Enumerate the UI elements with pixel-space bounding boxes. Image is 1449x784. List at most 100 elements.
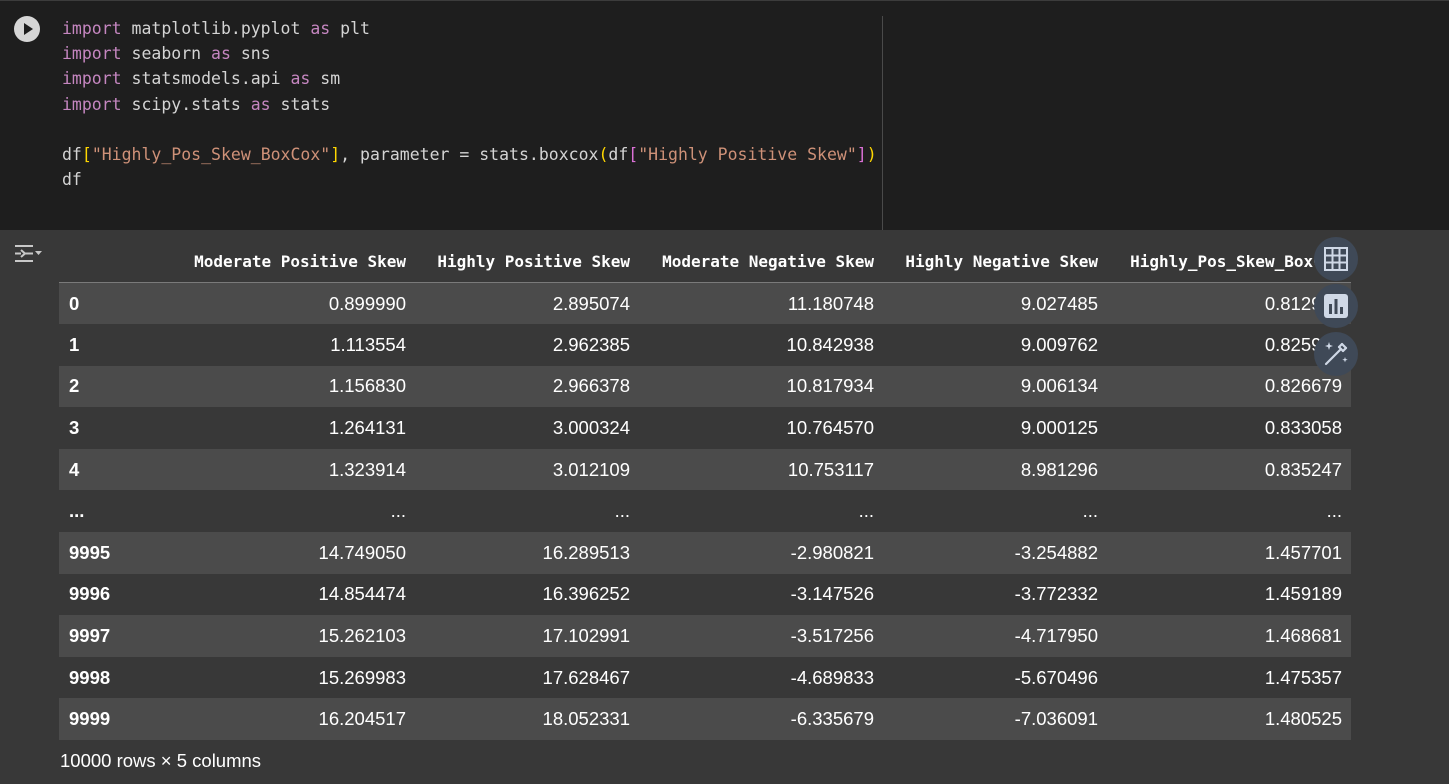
table-cell: ... bbox=[1082, 500, 1098, 522]
table-cell: 1.156830 bbox=[328, 375, 406, 397]
table-cell: 1.457701 bbox=[1264, 541, 1342, 563]
table-cell: 17.102991 bbox=[542, 625, 630, 647]
table-cell: 1.323914 bbox=[328, 458, 406, 480]
code-line-3: import statsmodels.api as sm bbox=[62, 69, 341, 89]
table-cell: ... bbox=[614, 500, 630, 522]
column-header: Highly Positive Skew bbox=[415, 240, 639, 283]
table-cell: 1.113554 bbox=[330, 333, 406, 355]
output-toggle-icon[interactable] bbox=[13, 240, 43, 266]
table-row: 4 1.323914 3.012109 10.753117 8.981296 0… bbox=[59, 448, 1351, 491]
table-cell: 1.264131 bbox=[328, 417, 406, 439]
column-header: Highly Negative Skew bbox=[883, 240, 1107, 283]
table-cell: -3.772332 bbox=[1014, 583, 1098, 605]
table-cell: 11.180748 bbox=[787, 292, 874, 314]
row-index: 0 bbox=[69, 292, 80, 314]
table-row: 3 1.264131 3.000324 10.764570 9.000125 0… bbox=[59, 407, 1351, 449]
dataframe-table: Moderate Positive Skew Highly Positive S… bbox=[59, 240, 1351, 741]
table-row: 9998 15.269983 17.628467 -4.689833 -5.67… bbox=[59, 656, 1351, 699]
table-cell: -7.036091 bbox=[1014, 708, 1098, 730]
table-cell: 10.842938 bbox=[786, 333, 874, 355]
table-cell: 14.749050 bbox=[318, 541, 406, 563]
table-cell: -2.980821 bbox=[790, 541, 874, 563]
table-cell: 9.009762 bbox=[1020, 333, 1098, 355]
code-line-4: import scipy.stats as stats bbox=[62, 94, 331, 114]
chart-icon bbox=[1324, 294, 1348, 318]
table-cell: 2.966378 bbox=[552, 375, 630, 397]
column-header: Moderate Negative Skew bbox=[639, 240, 883, 283]
table-row: 9997 15.262103 17.102991 -3.517256 -4.71… bbox=[59, 615, 1351, 657]
row-index: ... bbox=[69, 500, 85, 522]
row-index: 3 bbox=[69, 417, 80, 439]
table-cell: 3.000324 bbox=[552, 417, 630, 439]
dataframe-shape-label: 10000 rows × 5 columns bbox=[60, 750, 262, 771]
cell-output: Moderate Positive Skew Highly Positive S… bbox=[0, 230, 1449, 784]
table-cell: 1.475357 bbox=[1264, 666, 1342, 688]
table-cell: 1.480525 bbox=[1264, 708, 1342, 730]
table-row: 2 1.156830 2.966378 10.817934 9.006134 0… bbox=[59, 365, 1351, 408]
code-cell[interactable]: import matplotlib.pyplot as plt import s… bbox=[0, 0, 1449, 231]
table-cell: 1.468681 bbox=[1264, 625, 1342, 647]
table-cell: -3.147526 bbox=[790, 583, 874, 605]
column-header: Moderate Positive Skew bbox=[119, 240, 415, 283]
convert-to-interactive-table-button[interactable] bbox=[1314, 237, 1358, 281]
table-cell: 16.289513 bbox=[542, 541, 630, 563]
row-index: 2 bbox=[69, 375, 80, 397]
code-line-2: import seaborn as sns bbox=[62, 44, 271, 64]
table-cell: -4.717950 bbox=[1014, 625, 1098, 647]
index-header bbox=[59, 240, 119, 283]
table-cell: 14.854474 bbox=[318, 583, 406, 605]
table-cell: ... bbox=[1326, 500, 1342, 522]
table-row-ellipsis: ... ... ... ... ... ... bbox=[59, 490, 1351, 533]
table-cell: 0.835247 bbox=[1264, 458, 1342, 480]
table-cell: 0.826679 bbox=[1264, 375, 1342, 397]
row-index: 9999 bbox=[69, 708, 111, 730]
table-cell: 8.981296 bbox=[1020, 458, 1098, 480]
run-cell-button[interactable] bbox=[14, 16, 40, 42]
table-cell: -6.335679 bbox=[790, 708, 874, 730]
table-cell: -3.517256 bbox=[790, 625, 874, 647]
code-line-1: import matplotlib.pyplot as plt bbox=[62, 19, 370, 38]
table-cell: 0.833058 bbox=[1264, 417, 1342, 439]
suggest-charts-button[interactable] bbox=[1314, 284, 1358, 328]
row-index: 4 bbox=[69, 458, 80, 480]
table-row: 9999 16.204517 18.052331 -6.335679 -7.03… bbox=[59, 698, 1351, 741]
table-cell: 16.396252 bbox=[542, 583, 630, 605]
table-row: 0 0.899990 2.895074 11.180748 9.027485 0… bbox=[59, 282, 1351, 325]
table-cell: 10.753117 bbox=[787, 458, 874, 480]
table-cell: 10.817934 bbox=[786, 375, 874, 397]
table-cell: 2.895074 bbox=[552, 292, 630, 314]
table-cell: 18.052331 bbox=[542, 708, 630, 730]
table-header-row: Moderate Positive Skew Highly Positive S… bbox=[59, 240, 1351, 283]
table-cell: 9.027485 bbox=[1020, 292, 1098, 314]
code-line-7: df bbox=[62, 170, 82, 190]
table-cell: -3.254882 bbox=[1014, 541, 1098, 563]
code-line-6: df["Highly_Pos_Skew_BoxCox"], parameter … bbox=[62, 145, 877, 165]
table-cell: 17.628467 bbox=[542, 666, 630, 688]
table-cell: 15.269983 bbox=[318, 666, 406, 688]
row-index: 9997 bbox=[69, 625, 111, 647]
table-cell: 9.000125 bbox=[1020, 417, 1098, 439]
table-cell: -5.670496 bbox=[1014, 666, 1098, 688]
row-index: 9995 bbox=[69, 541, 111, 563]
magic-wand-icon bbox=[1324, 342, 1348, 366]
table-row: 9995 14.749050 16.289513 -2.980821 -3.25… bbox=[59, 532, 1351, 574]
row-index: 9998 bbox=[69, 666, 111, 688]
table-row: 9996 14.854474 16.396252 -3.147526 -3.77… bbox=[59, 573, 1351, 616]
code-editor[interactable]: import matplotlib.pyplot as plt import s… bbox=[62, 16, 877, 192]
table-cell: 1.459189 bbox=[1264, 583, 1342, 605]
table-cell: ... bbox=[390, 500, 406, 522]
table-cell: ... bbox=[858, 500, 874, 522]
code-ruler bbox=[882, 16, 883, 231]
table-row: 1 1.113554 2.962385 10.842938 9.009762 0… bbox=[59, 324, 1351, 366]
row-index: 9996 bbox=[69, 583, 111, 605]
table-cell: 3.012109 bbox=[552, 458, 630, 480]
table-cell: 0.899990 bbox=[328, 292, 406, 314]
row-index: 1 bbox=[69, 333, 80, 355]
table-cell: 16.204517 bbox=[318, 708, 406, 730]
generate-code-button[interactable] bbox=[1314, 332, 1358, 376]
table-icon bbox=[1324, 247, 1348, 271]
table-cell: 9.006134 bbox=[1020, 375, 1098, 397]
table-cell: 2.962385 bbox=[552, 333, 630, 355]
table-cell: 15.262103 bbox=[318, 625, 406, 647]
table-cell: -4.689833 bbox=[790, 666, 874, 688]
